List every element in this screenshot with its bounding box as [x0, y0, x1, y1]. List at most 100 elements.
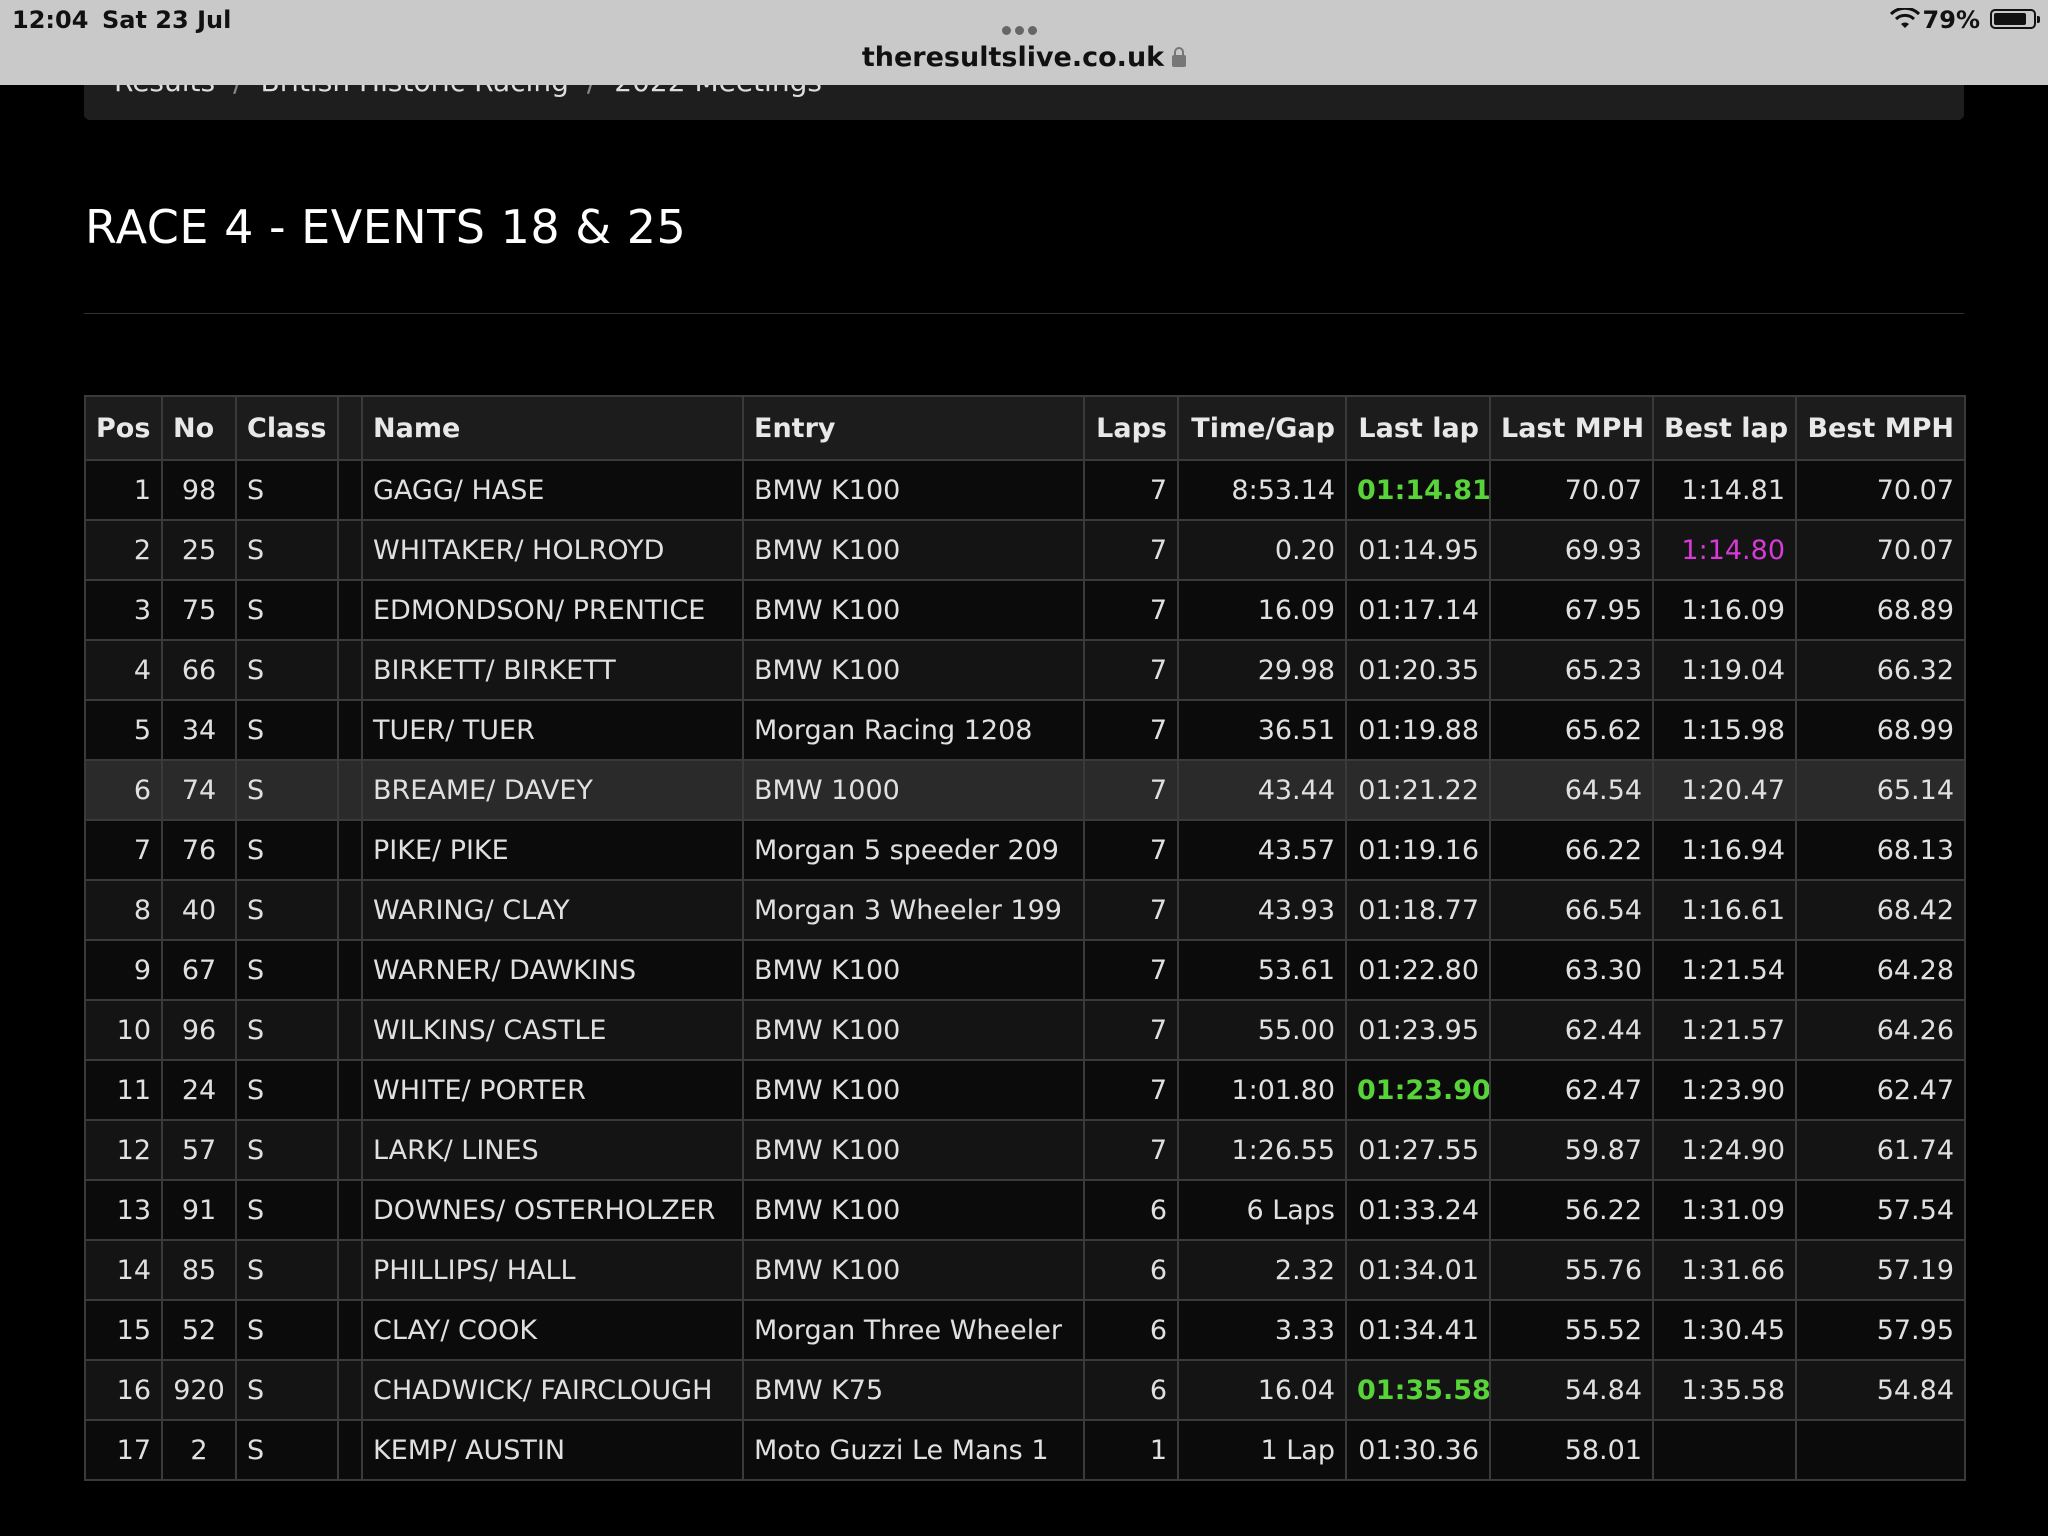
cell-last-lap: 01:19.16: [1345, 819, 1491, 881]
cell-last-mph: 56.22: [1489, 1179, 1654, 1241]
cell-blank: [337, 939, 363, 1001]
cell-blank: [337, 639, 363, 701]
cell-no: 25: [161, 519, 237, 581]
cell-entry: BMW K100: [742, 1059, 1085, 1121]
cell-best-lap: 1:15.98: [1652, 699, 1797, 761]
header-best-mph[interactable]: Best MPH: [1795, 395, 1966, 461]
header-pos[interactable]: Pos: [84, 395, 163, 461]
cell-best-lap: 1:21.57: [1652, 999, 1797, 1061]
cell-best-lap: 1:31.66: [1652, 1239, 1797, 1301]
cell-last-lap: 01:23.90: [1345, 1059, 1491, 1121]
table-row: 15 52 S CLAY/ COOK Morgan Three Wheeler 6 3.33…: [84, 1299, 1966, 1361]
cell-class: S: [235, 1239, 339, 1301]
header-last-mph[interactable]: Last MPH: [1489, 395, 1654, 461]
cell-laps: 7: [1083, 999, 1179, 1061]
cell-best-mph: [1795, 1419, 1966, 1481]
header-blank: [337, 395, 363, 461]
cell-last-mph: 54.84: [1489, 1359, 1654, 1421]
cell-pos: 4: [84, 639, 163, 701]
cell-no: 96: [161, 999, 237, 1061]
cell-pos: 10: [84, 999, 163, 1061]
cell-class: S: [235, 939, 339, 1001]
cell-last-mph: 69.93: [1489, 519, 1654, 581]
cell-time-gap: 53.61: [1177, 939, 1347, 1001]
cell-pos: 3: [84, 579, 163, 641]
cell-name: BREAME/ DAVEY: [361, 759, 744, 821]
cell-laps: 7: [1083, 459, 1179, 521]
cell-blank: [337, 819, 363, 881]
cell-blank: [337, 1119, 363, 1181]
cell-best-lap: 1:14.80: [1652, 519, 1797, 581]
address-bar[interactable]: theresultslive.co.uk: [0, 42, 2048, 73]
cell-entry: BMW K100: [742, 1119, 1085, 1181]
header-laps[interactable]: Laps: [1083, 395, 1179, 461]
more-dots-icon[interactable]: [1002, 20, 1046, 35]
cell-best-lap: 1:24.90: [1652, 1119, 1797, 1181]
cell-class: S: [235, 639, 339, 701]
cell-best-mph: 66.32: [1795, 639, 1966, 701]
cell-best-lap: 1:16.94: [1652, 819, 1797, 881]
cell-best-mph: 57.95: [1795, 1299, 1966, 1361]
table-row: 17 2 S KEMP/ AUSTIN Moto Guzzi Le Mans 111 L…: [84, 1419, 1966, 1481]
cell-blank: [337, 459, 363, 521]
cell-laps: 7: [1083, 1059, 1179, 1121]
header-no[interactable]: No: [161, 395, 237, 461]
header-time-gap[interactable]: Time/Gap: [1177, 395, 1347, 461]
cell-last-lap: 01:20.35: [1345, 639, 1491, 701]
table-row: 13 91 S DOWNES/ OSTERHOLZER BMW K100 6 6 Laps 0…: [84, 1179, 1966, 1241]
cell-laps: 7: [1083, 939, 1179, 1001]
results-table: Pos No Class Name Entry Laps Time/Gap La…: [84, 395, 1966, 1481]
cell-last-mph: 55.52: [1489, 1299, 1654, 1361]
cell-class: S: [235, 879, 339, 941]
table-row: 4 66 S BIRKETT/ BIRKETT BMW K100 7 29.98 01:20.…: [84, 639, 1966, 701]
cell-time-gap: 3.33: [1177, 1299, 1347, 1361]
cell-name: WARNER/ DAWKINS: [361, 939, 744, 1001]
cell-entry: Morgan 5 speeder 209: [742, 819, 1085, 881]
cell-pos: 7: [84, 819, 163, 881]
table-row: 1 98 S GAGG/ HASE BMW K100 7 8:53.14 01:14.81 70…: [84, 459, 1966, 521]
lock-icon: [1172, 47, 1187, 67]
cell-no: 98: [161, 459, 237, 521]
cell-last-mph: 64.54: [1489, 759, 1654, 821]
cell-name: WILKINS/ CASTLE: [361, 999, 744, 1061]
cell-best-mph: 54.84: [1795, 1359, 1966, 1421]
header-name[interactable]: Name: [361, 395, 744, 461]
cell-name: LARK/ LINES: [361, 1119, 744, 1181]
header-last-lap[interactable]: Last lap: [1345, 395, 1491, 461]
cell-pos: 2: [84, 519, 163, 581]
cell-laps: 7: [1083, 639, 1179, 701]
cell-class: S: [235, 1119, 339, 1181]
table-row: 2 25 S WHITAKER/ HOLROYD BMW K100 7 0.20 01:14.…: [84, 519, 1966, 581]
cell-class: S: [235, 579, 339, 641]
cell-time-gap: 43.93: [1177, 879, 1347, 941]
header-entry[interactable]: Entry: [742, 395, 1085, 461]
cell-laps: 7: [1083, 1119, 1179, 1181]
cell-class: S: [235, 1359, 339, 1421]
cell-blank: [337, 699, 363, 761]
cell-last-lap: 01:30.36: [1345, 1419, 1491, 1481]
cell-pos: 1: [84, 459, 163, 521]
table-row: 5 34 S TUER/ TUER Morgan Racing 1208 7 36.51 01…: [84, 699, 1966, 761]
cell-class: S: [235, 699, 339, 761]
cell-time-gap: 6 Laps: [1177, 1179, 1347, 1241]
cell-last-lap: 01:18.77: [1345, 879, 1491, 941]
cell-no: 40: [161, 879, 237, 941]
cell-entry: BMW K75: [742, 1359, 1085, 1421]
cell-blank: [337, 1059, 363, 1121]
cell-name: PIKE/ PIKE: [361, 819, 744, 881]
header-best-lap[interactable]: Best lap: [1652, 395, 1797, 461]
cell-last-lap: 01:22.80: [1345, 939, 1491, 1001]
cell-time-gap: 29.98: [1177, 639, 1347, 701]
cell-no: 74: [161, 759, 237, 821]
header-class[interactable]: Class: [235, 395, 339, 461]
cell-last-mph: 66.54: [1489, 879, 1654, 941]
cell-no: 2: [161, 1419, 237, 1481]
cell-class: S: [235, 819, 339, 881]
cell-blank: [337, 1419, 363, 1481]
cell-last-lap: 01:33.24: [1345, 1179, 1491, 1241]
cell-last-mph: 55.76: [1489, 1239, 1654, 1301]
cell-last-lap: 01:23.95: [1345, 999, 1491, 1061]
cell-entry: BMW K100: [742, 459, 1085, 521]
cell-best-lap: 1:19.04: [1652, 639, 1797, 701]
cell-laps: 1: [1083, 1419, 1179, 1481]
